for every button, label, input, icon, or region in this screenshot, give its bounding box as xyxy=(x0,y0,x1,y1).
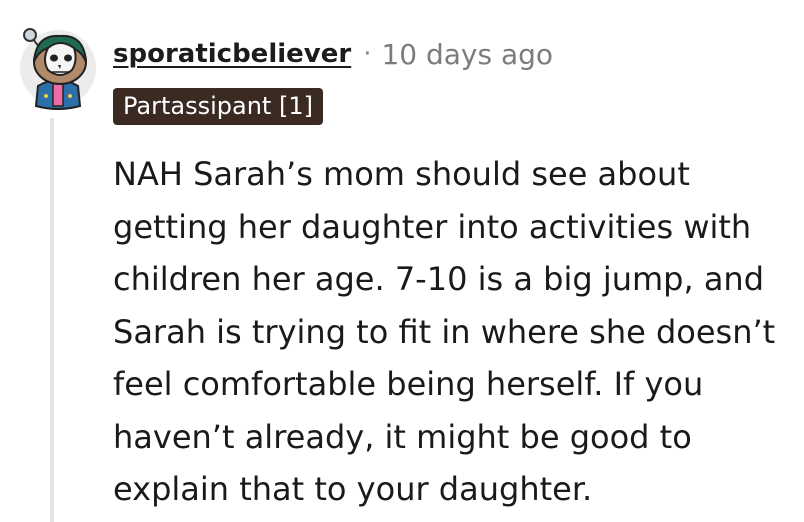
snoo-avatar-icon xyxy=(20,28,96,110)
thread-line[interactable] xyxy=(50,118,54,522)
comment-header: sporaticbeliever · 10 days ago xyxy=(113,34,553,74)
comment-body: NAH Sarah’s mom should see about getting… xyxy=(113,155,776,508)
comment: sporaticbeliever · 10 days ago Partassip… xyxy=(0,0,804,522)
timestamp-link[interactable]: 10 days ago xyxy=(381,38,553,71)
meta-separator: · xyxy=(363,39,372,69)
avatar[interactable] xyxy=(18,16,98,110)
user-flair-badge: Partassipant [1] xyxy=(113,88,323,125)
username-link[interactable]: sporaticbeliever xyxy=(113,39,351,69)
